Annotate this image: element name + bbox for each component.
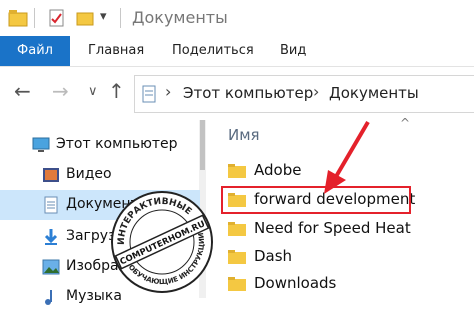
breadcrumb-chevron-icon[interactable]: › <box>313 82 319 101</box>
documents-icon <box>44 196 58 214</box>
navigation-bar: ← → ∨ ↑ › Этот компьютер › Документы <box>0 67 474 119</box>
file-explorer-icon <box>8 10 28 27</box>
window-title: Документы <box>132 8 228 27</box>
list-item[interactable]: Need for Speed Heat <box>222 216 474 244</box>
breadcrumb-chevron-icon[interactable]: › <box>165 82 171 101</box>
toolbar-separator <box>34 8 35 28</box>
recent-locations-chevron-icon[interactable]: ∨ <box>88 84 98 99</box>
toolbar-separator <box>120 8 121 28</box>
ribbon-tabs: Файл Главная Поделиться Вид <box>0 36 474 67</box>
downloads-icon <box>44 229 58 245</box>
computer-icon <box>32 137 50 152</box>
address-bar[interactable]: › Этот компьютер › Документы <box>134 75 474 113</box>
music-icon <box>45 290 52 305</box>
sort-ascending-icon[interactable]: ^ <box>400 116 410 130</box>
sidebar-item-label: Видео <box>66 166 112 182</box>
list-item[interactable]: Downloads <box>222 271 474 299</box>
sidebar-item-this-pc[interactable]: Этот компьютер <box>0 130 200 160</box>
tab-view[interactable]: Вид <box>280 36 306 66</box>
breadcrumb-documents[interactable]: Документы <box>329 84 419 102</box>
folder-icon <box>228 164 246 178</box>
sidebar-item-label: Этот компьютер <box>56 136 178 152</box>
folder-icon <box>228 250 246 264</box>
new-folder-icon[interactable] <box>76 10 94 26</box>
list-item[interactable]: Dash <box>222 244 474 272</box>
sidebar-item-video[interactable]: Видео <box>0 160 200 190</box>
file-name: Adobe <box>254 161 302 179</box>
breadcrumb-this-pc[interactable]: Этот компьютер <box>183 84 313 102</box>
folder-icon <box>228 277 246 291</box>
nav-pane-scroll-thumb[interactable] <box>200 120 205 170</box>
annotation-arrow-icon <box>324 120 370 194</box>
file-name: Downloads <box>254 274 337 292</box>
tab-file[interactable]: Файл <box>0 36 70 66</box>
documents-location-icon <box>142 85 156 103</box>
tab-home[interactable]: Главная <box>88 36 144 66</box>
tab-share[interactable]: Поделиться <box>172 36 254 66</box>
back-arrow-icon[interactable]: ← <box>14 79 31 103</box>
properties-icon[interactable] <box>48 9 66 27</box>
file-name: Dash <box>254 247 293 265</box>
highlight-box <box>221 186 411 214</box>
column-header-name[interactable]: Имя <box>228 126 260 144</box>
watermark-stamp: ИНТЕРАКТИВНЫЕ ОБУЧАЮЩИЕ ИНСТРУКЦИИ COMPU… <box>110 190 214 294</box>
file-name: Need for Speed Heat <box>254 219 411 237</box>
quick-access-dropdown-icon[interactable]: ▾ <box>100 9 107 24</box>
forward-arrow-icon[interactable]: → <box>52 79 69 103</box>
folder-icon <box>228 222 246 236</box>
pictures-icon <box>42 259 60 275</box>
title-bar: ▾ Документы <box>0 0 474 36</box>
video-icon <box>43 168 59 182</box>
up-arrow-icon[interactable]: ↑ <box>108 79 125 103</box>
